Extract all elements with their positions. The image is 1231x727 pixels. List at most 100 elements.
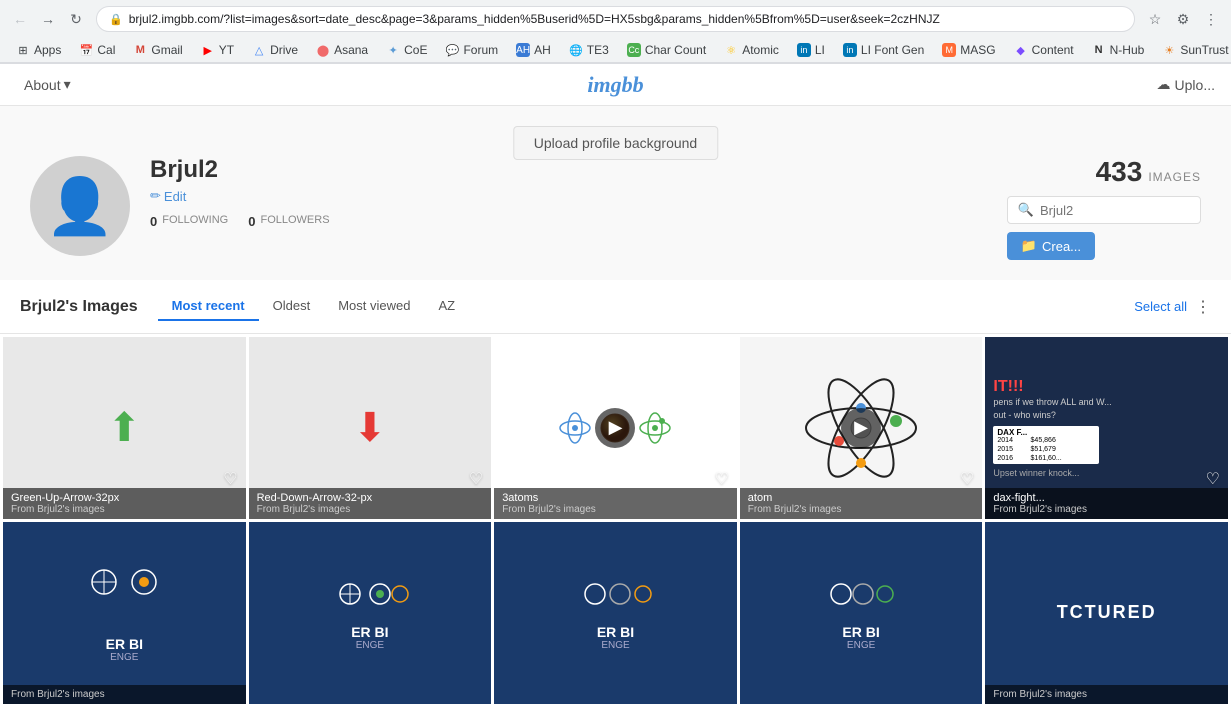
play-overlay-atom: ▶	[841, 408, 881, 448]
image-card-bi2[interactable]: ER BI ENGE	[249, 522, 492, 704]
search-input[interactable]	[1040, 203, 1190, 218]
browser-actions: ☆ ⚙ ⋮	[1143, 7, 1223, 31]
caption-sub-red-arrow: From Brjul2's images	[257, 504, 484, 515]
bookmark-forum[interactable]: 💬 Forum	[437, 40, 506, 60]
bookmark-te3[interactable]: 🌐 TE3	[561, 40, 617, 60]
heart-button-green-arrow[interactable]: ♡	[223, 469, 237, 489]
site-logo: imgbb	[587, 72, 643, 98]
tab-oldest[interactable]: Oldest	[259, 292, 325, 321]
caption-tctured: From Brjul2's images	[985, 685, 1228, 704]
bookmark-li-fontgen[interactable]: in LI Font Gen	[835, 40, 932, 60]
bookmark-suntrust[interactable]: ☀ SunTrust	[1154, 40, 1231, 60]
profile-username: Brjul2	[150, 156, 330, 184]
bi-globe-graphic	[84, 562, 164, 632]
upload-label-top: Uplo...	[1175, 77, 1215, 93]
bookmark-cal[interactable]: 📅 Cal	[71, 40, 123, 60]
edit-profile-link[interactable]: ✏ Edit	[150, 188, 330, 204]
bookmark-asana-label: Asana	[334, 43, 368, 57]
caption-sub-tctured: From Brjul2's images	[993, 689, 1220, 700]
heart-button-dax[interactable]: ♡	[1206, 469, 1220, 489]
caption-sub-bi1: From Brjul2's images	[11, 689, 238, 700]
upload-button-top[interactable]: ☁ Uplo...	[1157, 76, 1215, 93]
bookmark-charcount[interactable]: Cc Char Count	[619, 40, 714, 60]
bi2-globe-graphic	[330, 574, 410, 624]
more-options-icon[interactable]: ⋮	[1195, 297, 1211, 317]
li-icon: in	[797, 43, 811, 57]
bi4-globe-graphic	[821, 574, 901, 624]
caption-green-arrow: Green-Up-Arrow-32px From Brjul2's images	[3, 488, 246, 519]
image-card-atom[interactable]: ▶ ♡ atom From Brjul2's images	[740, 337, 983, 519]
image-card-3atoms[interactable]: ▶ ♡ 3atoms From Brjul2's images	[494, 337, 737, 519]
bookmark-asana[interactable]: ⬤ Asana	[308, 40, 376, 60]
about-chevron-icon: ▾	[64, 76, 71, 93]
cloud-upload-icon: ☁	[1157, 76, 1171, 93]
caption-title-3atoms: 3atoms	[502, 492, 729, 504]
image-card-green-arrow[interactable]: ⬆ ♡ Green-Up-Arrow-32px From Brjul2's im…	[3, 337, 246, 519]
caption-sub-3atoms: From Brjul2's images	[502, 504, 729, 515]
bookmark-apps-label: Apps	[34, 43, 61, 57]
create-album-button[interactable]: 📁 Crea...	[1007, 232, 1095, 260]
tab-most-viewed[interactable]: Most viewed	[324, 292, 424, 321]
heart-button-atom[interactable]: ♡	[960, 469, 974, 489]
about-menu[interactable]: About ▾	[16, 72, 79, 97]
tab-az[interactable]: AZ	[424, 292, 469, 321]
dax-table: DAX F... 2014$45,866 2015$51,679 2016$16…	[993, 426, 1098, 464]
forum-icon: 💬	[445, 43, 459, 57]
heart-button-red-arrow[interactable]: ♡	[469, 469, 483, 489]
bookmark-gmail[interactable]: M Gmail	[125, 40, 190, 60]
select-all-button[interactable]: Select all ⋮	[1134, 297, 1211, 317]
tab-most-recent[interactable]: Most recent	[158, 292, 259, 321]
followers-label: FOLLOWERS	[260, 214, 329, 229]
reload-button[interactable]: ↻	[64, 7, 88, 31]
address-bar[interactable]: 🔒 brjul2.imgbb.com/?list=images&sort=dat…	[96, 6, 1135, 32]
dax-text: pens if we throw ALL and W...out - who w…	[993, 396, 1111, 421]
atomic-icon: ⚛	[724, 43, 738, 57]
bi1-main-text: ER BI	[106, 636, 143, 652]
bookmark-masg[interactable]: M MASG	[934, 40, 1003, 60]
bookmark-cal-label: Cal	[97, 43, 115, 57]
bookmark-masg-label: MASG	[960, 43, 995, 57]
bookmark-ah[interactable]: AH AH	[508, 40, 559, 60]
bookmark-apps[interactable]: ⊞ Apps	[8, 40, 69, 60]
suntrust-icon: ☀	[1162, 43, 1176, 57]
back-button[interactable]: ←	[8, 7, 32, 31]
bookmark-coe[interactable]: ✦ CoE	[378, 40, 435, 60]
bi1-sub-text: ENGE	[110, 652, 138, 663]
image-card-bi3[interactable]: ER BI ENGE	[494, 522, 737, 704]
address-text: brjul2.imgbb.com/?list=images&sort=date_…	[129, 12, 940, 26]
bookmark-yt[interactable]: ▶ YT	[193, 40, 242, 60]
profile-right: 433 IMAGES 🔍 📁 Crea...	[1007, 156, 1201, 260]
bookmark-atomic[interactable]: ⚛ Atomic	[716, 40, 787, 60]
caption-bi1: From Brjul2's images	[3, 685, 246, 704]
content-icon: ◆	[1014, 43, 1028, 57]
image-search-box[interactable]: 🔍	[1007, 196, 1201, 224]
apps-icon: ⊞	[16, 43, 30, 57]
bi2-sub-text: ENGE	[356, 640, 384, 651]
about-label: About	[24, 77, 61, 93]
image-card-bi1[interactable]: ER BI ENGE From Brjul2's images	[3, 522, 246, 704]
images-section-title: Brjul2's Images	[20, 298, 138, 316]
heart-button-3atoms[interactable]: ♡	[714, 469, 728, 489]
bookmark-te3-label: TE3	[587, 43, 609, 57]
image-card-bi4[interactable]: ER BI ENGE	[740, 522, 983, 704]
bookmark-content[interactable]: ◆ Content	[1006, 40, 1082, 60]
upload-profile-background-button[interactable]: Upload profile background	[513, 126, 718, 160]
image-card-red-arrow[interactable]: ⬇ ♡ Red-Down-Arrow-32-px From Brjul2's i…	[249, 337, 492, 519]
top-nav: About ▾ imgbb ☁ Uplo...	[0, 64, 1231, 106]
bi3-sub-text: ENGE	[601, 640, 629, 651]
bi4-main-text: ER BI	[842, 624, 879, 640]
forward-button[interactable]: →	[36, 7, 60, 31]
image-card-tctured[interactable]: TCTURED From Brjul2's images	[985, 522, 1228, 704]
more-button[interactable]: ⋮	[1199, 7, 1223, 31]
caption-title-dax: dax-fight...	[993, 492, 1220, 504]
bookmark-nhub[interactable]: N N-Hub	[1084, 40, 1153, 60]
bookmark-coe-label: CoE	[404, 43, 427, 57]
images-label: IMAGES	[1148, 170, 1201, 184]
bookmark-atomic-label: Atomic	[742, 43, 779, 57]
bookmark-charcount-label: Char Count	[645, 43, 706, 57]
extensions-button[interactable]: ⚙	[1171, 7, 1195, 31]
bookmark-drive[interactable]: △ Drive	[244, 40, 306, 60]
bookmark-li[interactable]: in LI	[789, 40, 833, 60]
bookmark-button[interactable]: ☆	[1143, 7, 1167, 31]
image-card-dax[interactable]: IT!!! pens if we throw ALL and W...out -…	[985, 337, 1228, 519]
